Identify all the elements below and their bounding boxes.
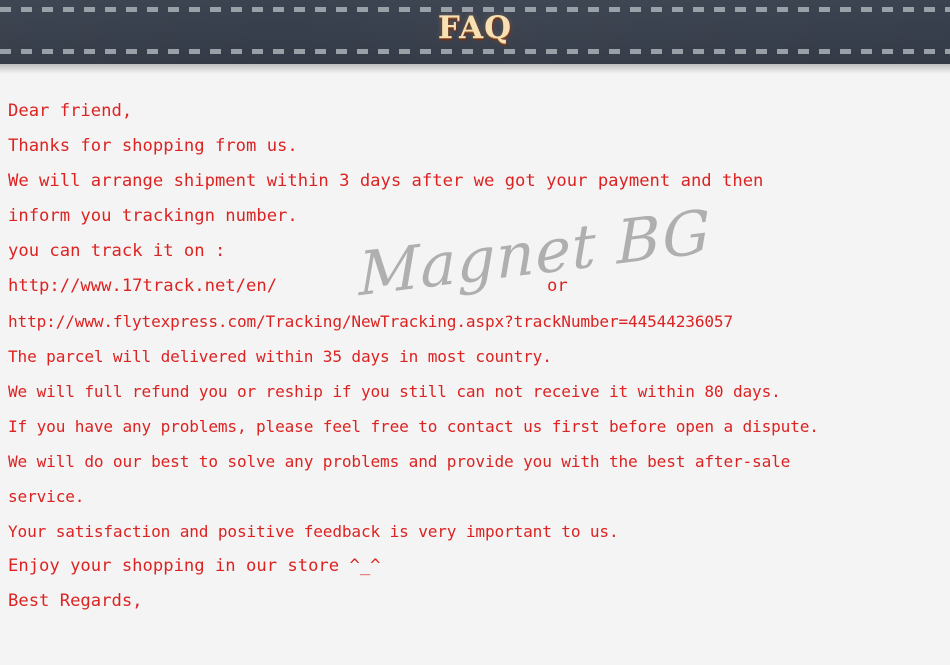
faq-line-greeting: Dear friend, <box>8 101 133 121</box>
tracking-link-17track[interactable]: http://www.17track.net/en/ <box>8 276 277 296</box>
faq-line-feedback: Your satisfaction and positive feedback … <box>8 522 619 541</box>
faq-line-service-cont: service. <box>8 487 85 506</box>
faq-body: Magnet BG Dear friend, Thanks for shoppi… <box>0 64 950 665</box>
faq-line-enjoy: Enjoy your shopping in our store ^_^ <box>8 556 381 576</box>
faq-header-banner: FAQ <box>0 0 950 64</box>
faq-text-block: Dear friend, Thanks for shopping from us… <box>8 94 950 619</box>
faq-line-thanks: Thanks for shopping from us. <box>8 136 298 156</box>
faq-page: FAQ Magnet BG Dear friend, Thanks for sh… <box>0 0 950 665</box>
stitch-dashes-bottom-icon <box>0 49 950 54</box>
faq-line-best-service: We will do our best to solve any problem… <box>8 452 791 471</box>
faq-line-inform-tracking: inform you trackingn number. <box>8 206 298 226</box>
or-label: or <box>547 276 568 296</box>
faq-line-tracking-url-1: http://www.17track.net/en/or <box>8 269 950 304</box>
faq-line-dispute-notice: If you have any problems, please feel fr… <box>8 417 819 436</box>
faq-line-track-on: you can track it on : <box>8 241 226 261</box>
page-title: FAQ <box>437 10 513 46</box>
faq-line-tracking-url-2[interactable]: http://www.flytexpress.com/Tracking/NewT… <box>8 304 950 339</box>
faq-line-refund-policy: We will full refund you or reship if you… <box>8 382 781 401</box>
faq-line-delivery-time: The parcel will delivered within 35 days… <box>8 347 552 366</box>
faq-line-regards: Best Regards, <box>8 591 143 611</box>
faq-line-shipment-time: We will arrange shipment within 3 days a… <box>8 171 764 191</box>
